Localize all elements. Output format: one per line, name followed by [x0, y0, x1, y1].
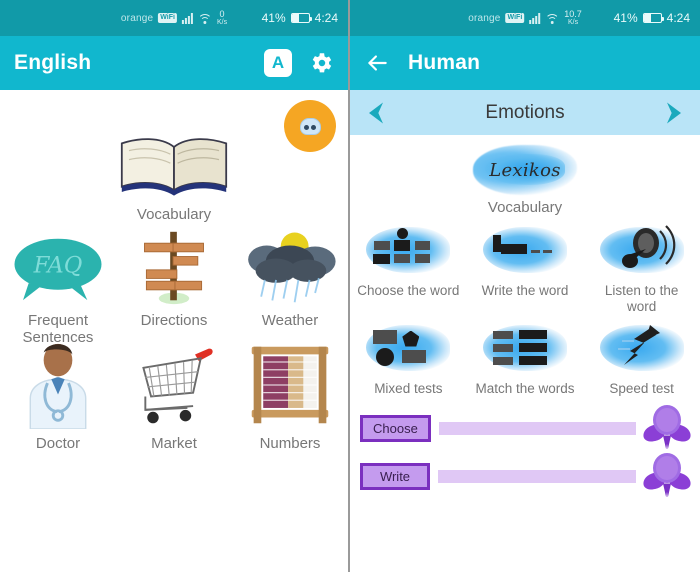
category-pager: Emotions — [350, 90, 700, 135]
wifi-badge: WiFi — [158, 13, 177, 23]
exercise-label: Write the word — [481, 282, 569, 298]
progress-bar — [438, 421, 636, 435]
category-name-label: Emotions — [485, 101, 565, 123]
medal-icon — [641, 405, 693, 451]
data-rate-value: 10.7 — [564, 8, 582, 19]
exercise-choose-the-word[interactable]: Choose the word — [350, 217, 467, 315]
left-screen: orange WiFi 0 K/s 41% 4:24 English A Voc… — [0, 0, 350, 572]
app-bar-right: Human — [350, 36, 700, 90]
tile-market[interactable]: Market — [116, 347, 232, 453]
progress-tag[interactable]: Write — [360, 462, 430, 490]
progress-tag[interactable]: Choose — [360, 414, 431, 442]
status-bar-right: orange WiFi 10.7 K/s 41% 4:24 — [350, 0, 700, 36]
page-title: English — [14, 51, 92, 74]
lexikos-wordmark: Lexikos — [489, 159, 561, 181]
category-grid-row2: Doctor Market Numbers — [0, 343, 348, 453]
exercise-label: Choose the word — [357, 282, 460, 298]
exercise-mixed-tests[interactable]: Mixed tests — [350, 315, 467, 397]
exercise-speed-test[interactable]: Speed test — [583, 315, 700, 397]
grid-blocks-icon — [360, 223, 456, 277]
status-bar-center-group: orange WiFi 10.7 K/s — [468, 0, 582, 36]
data-rate-indicator: 0 K/s — [216, 8, 228, 27]
tile-numbers[interactable]: Numbers — [232, 346, 348, 453]
tile-label: Numbers — [259, 435, 321, 453]
cloud-mascot-button[interactable] — [284, 100, 336, 152]
exercise-label: Mixed tests — [374, 380, 443, 396]
speaker-icon — [594, 223, 690, 277]
tile-doctor[interactable]: Doctor — [0, 343, 116, 453]
font-size-button[interactable]: A — [264, 49, 292, 77]
data-rate-value: 0 — [219, 8, 225, 19]
tile-label: Market — [151, 435, 197, 453]
rain-cloud-sun-icon — [238, 224, 342, 306]
status-bar-center-group: orange WiFi 0 K/s — [121, 0, 227, 36]
wifi-icon — [545, 13, 560, 24]
exercise-label: Listen to the word — [604, 282, 679, 314]
signal-bars-icon — [529, 12, 541, 24]
lexikos-splash-icon: Lexikos — [473, 145, 577, 195]
status-bar-left: orange WiFi 0 K/s 41% 4:24 — [0, 0, 348, 36]
exercise-grid-row2: Mixed tests Match the words Speed test — [350, 315, 700, 397]
tile-label: Directions — [140, 311, 208, 329]
progress-section: Choose Write — [350, 396, 700, 500]
signpost-icon — [131, 224, 217, 306]
battery-icon — [642, 13, 665, 23]
tile-directions[interactable]: Directions — [116, 224, 232, 347]
lightning-arrow-icon — [594, 321, 690, 375]
vocabulary-header[interactable]: Lexikos Vocabulary — [350, 135, 700, 217]
tile-label: Weather — [261, 311, 319, 329]
shopping-cart-icon — [126, 347, 222, 429]
carrier-label: orange — [120, 12, 154, 24]
progress-row-write[interactable]: Write — [360, 452, 693, 500]
tile-weather[interactable]: Weather — [232, 224, 348, 347]
exercise-match-the-words[interactable]: Match the words — [467, 315, 584, 397]
wifi-icon — [197, 13, 212, 24]
data-rate-unit: K/s — [216, 19, 228, 27]
app-bar-left: English A — [0, 36, 348, 90]
exercise-label: Match the words — [475, 380, 575, 396]
chevron-right-icon[interactable] — [660, 99, 688, 127]
clock-label: 4:24 — [314, 11, 338, 25]
wifi-badge: WiFi — [505, 13, 525, 23]
tile-frequent-sentences[interactable]: FAQ Frequent Sentences — [0, 224, 116, 347]
vocabulary-label: Vocabulary — [487, 199, 563, 216]
clock-label: 4:24 — [666, 11, 690, 25]
exercise-write-the-word[interactable]: Write the word — [467, 217, 584, 315]
left-content: Vocabulary FAQ Frequent Sentences Direct… — [0, 90, 348, 453]
cloud-mascot-icon — [299, 117, 321, 135]
tile-label: Doctor — [35, 435, 81, 453]
dual-screenshot: orange WiFi 0 K/s 41% 4:24 English A Voc… — [0, 0, 700, 572]
exercise-grid-row1: Choose the word Write the word Listen to… — [350, 217, 700, 315]
status-bar-right-group: 41% 4:24 — [262, 0, 338, 36]
back-arrow-icon[interactable] — [364, 50, 390, 76]
right-screen: orange WiFi 10.7 K/s 41% 4:24 Human Emot… — [350, 0, 700, 572]
battery-icon — [290, 13, 313, 23]
chevron-left-icon[interactable] — [362, 99, 390, 127]
svg-text:FAQ: FAQ — [33, 252, 83, 278]
gear-icon[interactable] — [308, 50, 334, 76]
page-title: Human — [408, 51, 481, 74]
shapes-icon — [360, 321, 456, 375]
exercise-listen-to-the-word[interactable]: Listen to the word — [583, 217, 700, 315]
category-grid-row1: FAQ Frequent Sentences Directions Weathe… — [0, 224, 348, 347]
progress-row-choose[interactable]: Choose — [360, 404, 693, 452]
carrier-label: orange — [468, 12, 501, 24]
match-rows-icon — [477, 321, 573, 375]
medal-icon — [641, 453, 693, 499]
exercise-label: Speed test — [609, 380, 674, 396]
battery-percent-label: 41% — [261, 11, 286, 25]
battery-percent-label: 41% — [613, 11, 638, 25]
data-rate-unit: K/s — [567, 19, 579, 27]
status-bar-right-group: 41% 4:24 — [614, 0, 690, 36]
faq-speech-bubble-icon: FAQ — [6, 224, 110, 306]
abacus-icon — [244, 346, 336, 429]
progress-bar — [438, 469, 636, 483]
data-rate-indicator: 10.7 K/s — [564, 8, 582, 27]
write-line-icon — [477, 223, 573, 277]
doctor-icon — [15, 343, 101, 430]
signal-bars-icon — [181, 12, 193, 24]
vocabulary-tile-label: Vocabulary — [136, 206, 212, 223]
